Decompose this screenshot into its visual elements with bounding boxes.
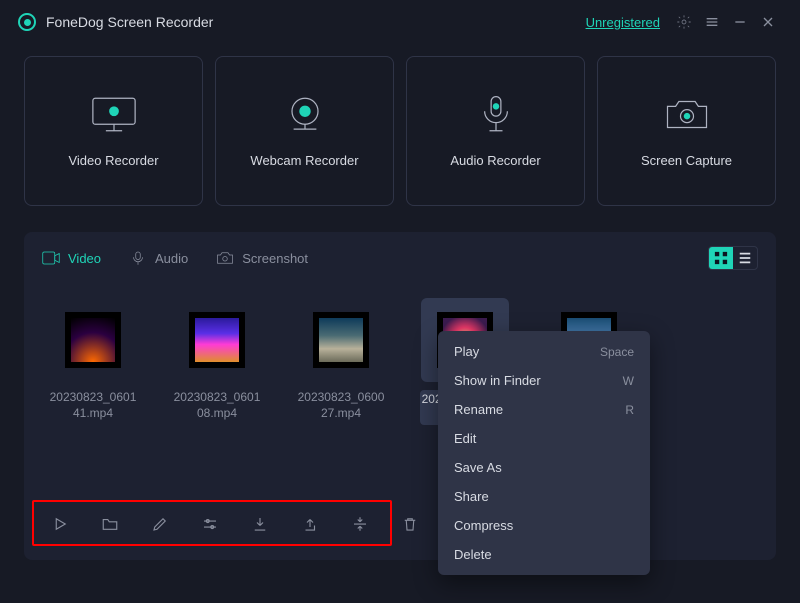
pencil-icon (151, 515, 169, 533)
context-menu: Play Space Show in Finder W Rename R Edi… (438, 331, 650, 575)
mode-label: Webcam Recorder (250, 153, 358, 168)
upload-icon (301, 515, 319, 533)
app-window: FoneDog Screen Recorder Unregistered Vid… (0, 0, 800, 603)
ctx-delete[interactable]: Delete (438, 540, 650, 569)
file-name: 20230823_060108.mp4 (172, 390, 262, 421)
share-button[interactable] (300, 514, 320, 534)
ctx-save-as[interactable]: Save As (438, 453, 650, 482)
close-icon (760, 14, 776, 30)
compress-button[interactable] (350, 514, 370, 534)
screenshot-tab-icon (216, 251, 234, 265)
minimize-button[interactable] (726, 8, 754, 36)
delete-button[interactable] (400, 514, 420, 534)
unregistered-link[interactable]: Unregistered (586, 15, 660, 30)
webcam-icon (279, 95, 331, 135)
download-icon (251, 515, 269, 533)
folder-button[interactable] (100, 514, 120, 534)
file-thumbnail (319, 318, 363, 362)
mode-label: Video Recorder (68, 153, 158, 168)
mode-label: Screen Capture (641, 153, 732, 168)
library-panel: Video Audio Screenshot (24, 232, 776, 560)
ctx-rename[interactable]: Rename R (438, 395, 650, 424)
ctx-label: Edit (454, 431, 476, 446)
audio-recorder-card[interactable]: Audio Recorder (406, 56, 585, 206)
microphone-icon (470, 95, 522, 135)
grid-view-button[interactable] (709, 247, 733, 269)
ctx-show-in-finder[interactable]: Show in Finder W (438, 366, 650, 395)
file-item[interactable]: 20230823_060141.mp4 (48, 298, 138, 425)
tab-label: Screenshot (242, 251, 308, 266)
ctx-edit[interactable]: Edit (438, 424, 650, 453)
grid-icon (714, 251, 728, 265)
file-name: 20230823_060141.mp4 (48, 390, 138, 421)
app-title: FoneDog Screen Recorder (46, 14, 213, 30)
hamburger-icon (704, 14, 720, 30)
adjust-button[interactable] (200, 514, 220, 534)
tab-video[interactable]: Video (42, 251, 101, 266)
ctx-label: Delete (454, 547, 492, 562)
file-thumbnail (195, 318, 239, 362)
ctx-label: Show in Finder (454, 373, 541, 388)
folder-icon (101, 515, 119, 533)
list-icon (738, 251, 752, 265)
view-toggle (708, 246, 758, 270)
ctx-label: Play (454, 344, 479, 359)
menu-button[interactable] (698, 8, 726, 36)
video-recorder-card[interactable]: Video Recorder (24, 56, 203, 206)
settings-button[interactable] (670, 8, 698, 36)
edit-button[interactable] (150, 514, 170, 534)
tab-label: Video (68, 251, 101, 266)
ctx-label: Save As (454, 460, 502, 475)
tab-audio[interactable]: Audio (129, 251, 188, 266)
gear-icon (676, 14, 692, 30)
ctx-shortcut: W (623, 374, 634, 388)
file-item[interactable]: 20230823_060027.mp4 (296, 298, 386, 425)
ctx-shortcut: R (625, 403, 634, 417)
file-toolbar (36, 506, 434, 542)
file-name: 20230823_060027.mp4 (296, 390, 386, 421)
mode-cards-row: Video Recorder Webcam Recorder Audio Rec… (0, 44, 800, 218)
list-view-button[interactable] (733, 247, 757, 269)
file-thumbnail (71, 318, 115, 362)
library-tabs: Video Audio Screenshot (24, 232, 776, 276)
play-button[interactable] (50, 514, 70, 534)
file-item[interactable]: 20230823_060108.mp4 (172, 298, 262, 425)
ctx-label: Rename (454, 402, 503, 417)
tab-screenshot[interactable]: Screenshot (216, 251, 308, 266)
compress-icon (351, 515, 369, 533)
close-button[interactable] (754, 8, 782, 36)
camera-icon (661, 95, 713, 135)
sliders-icon (201, 515, 219, 533)
ctx-shortcut: Space (600, 345, 634, 359)
video-tab-icon (42, 251, 60, 265)
screen-capture-card[interactable]: Screen Capture (597, 56, 776, 206)
titlebar: FoneDog Screen Recorder Unregistered (0, 0, 800, 44)
ctx-share[interactable]: Share (438, 482, 650, 511)
monitor-record-icon (88, 95, 140, 135)
tab-label: Audio (155, 251, 188, 266)
minimize-icon (732, 14, 748, 30)
ctx-label: Share (454, 489, 489, 504)
trash-icon (401, 515, 419, 533)
ctx-compress[interactable]: Compress (438, 511, 650, 540)
ctx-play[interactable]: Play Space (438, 337, 650, 366)
ctx-label: Compress (454, 518, 513, 533)
mode-label: Audio Recorder (450, 153, 540, 168)
audio-tab-icon (129, 251, 147, 265)
webcam-recorder-card[interactable]: Webcam Recorder (215, 56, 394, 206)
play-icon (51, 515, 69, 533)
save-button[interactable] (250, 514, 270, 534)
app-logo-icon (18, 13, 36, 31)
file-grid: 20230823_060141.mp4 20230823_060108.mp4 … (24, 276, 776, 425)
